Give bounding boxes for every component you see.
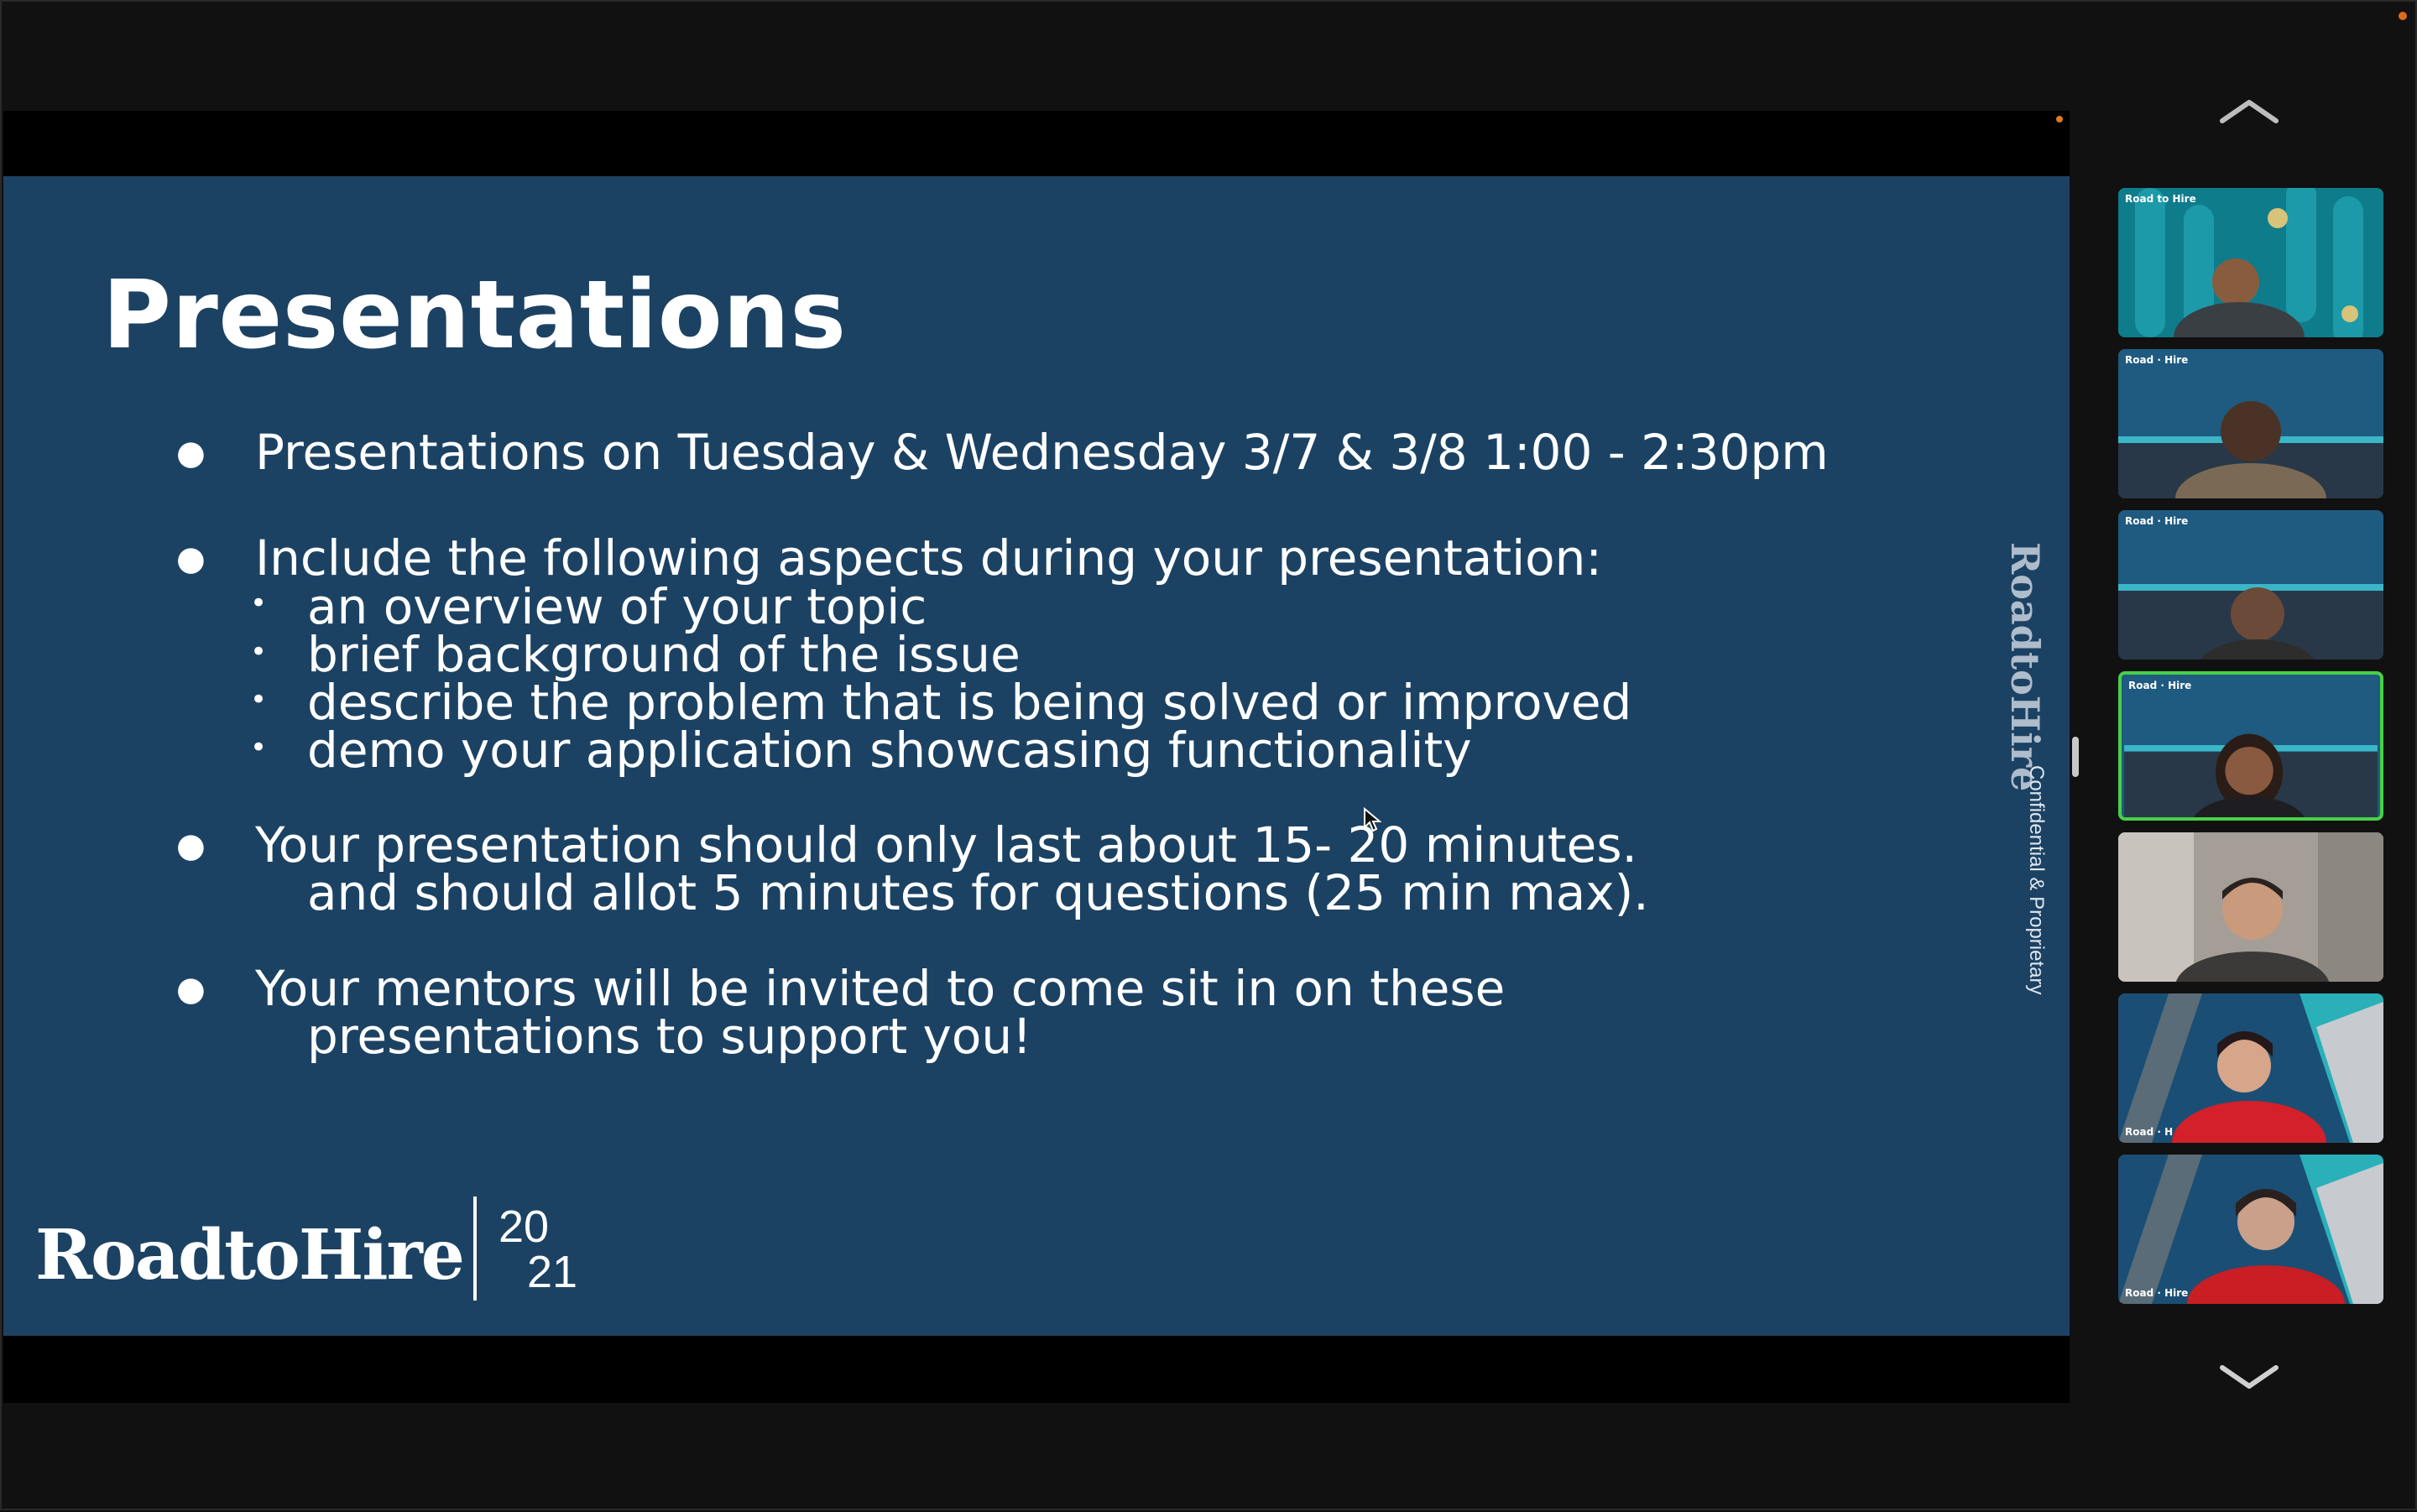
bullet-text-dates: Presentations on Tuesday & Wednesday 3/7… — [255, 424, 1829, 481]
tile-brand-label: Road · H — [2125, 1126, 2174, 1138]
scroll-down-chevron-icon[interactable] — [2217, 1363, 2281, 1393]
road-to-hire-logo: RoadtoHire 20 21 — [35, 1197, 577, 1301]
bullet-marker: ● — [176, 970, 206, 1009]
bullet-text-mentors-cont: presentations to support you! — [307, 1008, 1032, 1065]
participant-video-background — [2118, 1155, 2383, 1304]
sub-bullet-overview: an overview of your topic — [307, 578, 927, 635]
logo-year-top: 20 — [499, 1202, 549, 1252]
tile-brand-label: Road · Hire — [2125, 354, 2189, 366]
logo-year-bottom: 21 — [527, 1247, 577, 1297]
mouse-cursor-icon — [1364, 807, 1381, 832]
sub-bullet-demo: demo your application showcasing functio… — [307, 722, 1472, 779]
meeting-window: Presentations ● Presentations on Tuesday… — [0, 0, 2417, 1510]
sub-bullet-marker: • — [250, 731, 268, 764]
participant-video-background — [2118, 188, 2383, 337]
bullet-marker: ● — [176, 434, 206, 472]
participant-video-background — [2118, 510, 2383, 660]
slide-title: Presentations — [102, 261, 847, 370]
participant-video-background — [2118, 993, 2383, 1143]
participant-tile[interactable]: Road · Hire — [2118, 510, 2383, 660]
status-dot-icon — [2056, 116, 2063, 123]
participant-tile[interactable]: Road · Hire — [2118, 349, 2383, 498]
participant-tile[interactable]: Road · Hire — [2118, 1155, 2383, 1304]
participant-video-background — [2124, 675, 2378, 817]
tile-brand-label: Road · Hire — [2125, 1287, 2189, 1299]
logo-divider — [473, 1197, 477, 1301]
sub-bullet-marker: • — [250, 683, 268, 717]
bullet-text-duration-cont: and should allot 5 minutes for questions… — [307, 864, 1649, 921]
bullet-text-mentors: Your mentors will be invited to come sit… — [255, 960, 1506, 1017]
tile-brand-label: Road · Hire — [2125, 515, 2189, 527]
sub-bullet-background: brief background of the issue — [307, 626, 1021, 683]
scroll-up-chevron-icon[interactable] — [2217, 96, 2281, 126]
logo-wordmark: RoadtoHire — [35, 1215, 463, 1296]
participant-tile[interactable]: Road to Hire — [2118, 188, 2383, 337]
participant-video-background — [2118, 349, 2383, 498]
side-brand-logo: RoadtoHire — [2002, 542, 2048, 791]
tile-brand-label: Road to Hire — [2125, 193, 2196, 205]
sub-bullet-marker: • — [250, 635, 268, 669]
sub-bullet-marker: • — [250, 587, 268, 620]
side-brand-confidential: Confidential & Proprietary — [2025, 765, 2048, 994]
participant-tile[interactable] — [2118, 832, 2383, 982]
side-brand-watermark: RoadtoHire Confidential & Proprietary — [2002, 542, 2048, 994]
bullet-text-duration: Your presentation should only last about… — [255, 816, 1637, 873]
panel-resize-handle[interactable] — [2072, 737, 2079, 777]
participant-tile-active-speaker[interactable]: Road · Hire — [2118, 671, 2383, 821]
participant-video-background — [2118, 832, 2383, 982]
bullet-text-aspects: Include the following aspects during you… — [255, 529, 1602, 587]
participant-tile[interactable]: Road · H — [2118, 993, 2383, 1143]
bullet-marker: ● — [176, 826, 206, 865]
tile-brand-label: Road · Hire — [2128, 680, 2192, 691]
sub-bullet-problem: describe the problem that is being solve… — [307, 674, 1632, 731]
bullet-marker: ● — [176, 540, 206, 578]
